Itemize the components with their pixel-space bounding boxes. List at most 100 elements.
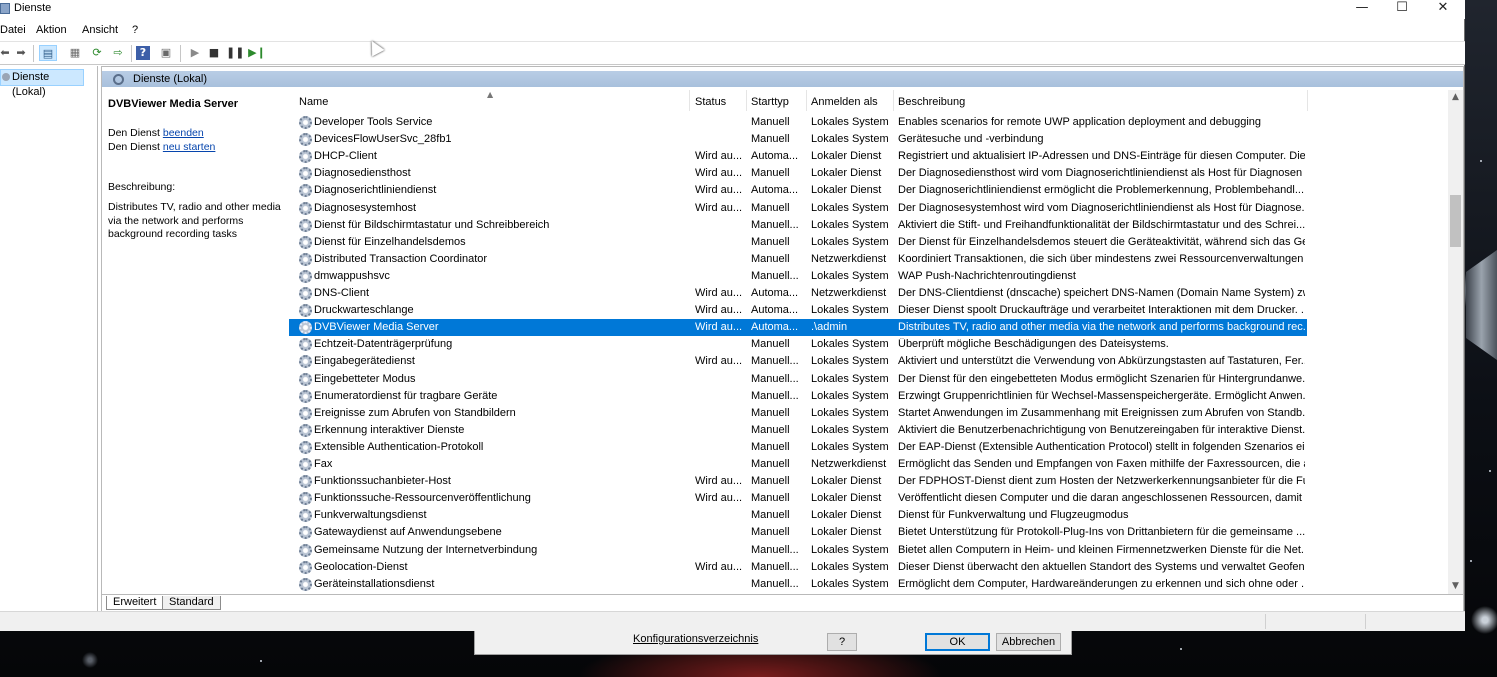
help-button[interactable]: ? [827,633,857,651]
table-row[interactable]: Funktionssuchanbieter-Host Wird au... Manu… [289,473,1307,490]
restart-service-link[interactable]: neu starten [163,141,216,153]
gear-icon [299,269,312,283]
table-row[interactable]: Dienst für Einzelhandelsdemos Manuell Loka… [289,234,1307,251]
table-row[interactable]: Dienst für Bildschirmtastatur und Schrei… [289,217,1307,234]
table-row[interactable]: Druckwarteschlange Wird au... Automa... Lok… [289,302,1307,319]
table-row[interactable]: Distributed Transaction Coordinator Manue… [289,251,1307,268]
show-hide-panel-icon[interactable]: ▣ [157,45,175,61]
scrollbar-thumb[interactable] [1450,195,1461,247]
table-row[interactable]: DNS-Client Wird au... Automa... Netzwerkdie… [289,285,1307,302]
service-starttype-cell: Manuell [751,458,790,470]
stop-service-icon[interactable]: ■ [205,45,223,61]
scroll-down-icon[interactable]: ▼ [1448,579,1463,594]
table-row[interactable]: Ereignisse zum Abrufen von Standbildern M… [289,405,1307,422]
service-starttype-cell: Manuell... [751,560,799,573]
service-starttype-cell: Manuell [751,423,790,436]
service-starttype-cell: Automa... [751,184,799,197]
column-header-starttype[interactable]: Starttyp [751,96,789,108]
cancel-button[interactable]: Abbrechen [996,633,1061,651]
column-header-status[interactable]: Status [695,96,726,108]
column-divider[interactable] [1307,90,1308,111]
tab-standard[interactable]: Standard [162,596,221,610]
menu-datei[interactable]: Datei [0,24,26,36]
tab-erweitert[interactable]: Erweitert [106,596,164,610]
service-status-cell: Wird au... [695,201,743,214]
table-row[interactable]: Echtzeit-Datenträgerprüfung Manuell Lokale… [289,336,1307,353]
tree-item-services-local[interactable]: Dienste (Lokal) [0,69,84,98]
service-name-cell: Funktionssuche-Ressourcenveröffentlichun… [314,492,531,505]
maximize-button[interactable]: ☐ [1380,0,1424,18]
gear-icon [299,509,312,523]
help-book-icon[interactable]: ? [136,46,150,60]
service-name-cell: Extensible Authentication-Protokoll [314,440,484,453]
service-description-cell: Registriert und aktualisiert IP-Adressen… [898,150,1305,163]
ok-button[interactable]: OK [925,633,990,651]
sort-ascending-icon: ▲ [487,90,494,99]
table-row[interactable]: Geräteinstallationsdienst Manuell... Lokal… [289,576,1307,593]
description-label: Beschreibung: [108,181,176,193]
table-row[interactable]: dmwappushsvc Manuell... Lokales System WAP … [289,268,1307,285]
table-row[interactable]: Funkverwaltungsdienst Manuell Lokaler Dien… [289,507,1307,524]
service-name-cell: Eingabegerätedienst [314,355,415,368]
restart-service-icon[interactable]: ▶❙ [248,45,266,61]
table-row[interactable]: Diagnoserichtliniendienst Wird au... Autom… [289,182,1307,199]
column-header-logon[interactable]: Anmelden als [811,96,878,108]
column-header-description[interactable]: Beschreibung [898,96,965,108]
table-row[interactable]: Gemeinsame Nutzung der Internetverbindun… [289,542,1307,559]
service-starttype-cell: Manuell... [751,389,799,402]
table-row[interactable]: Developer Tools Service Manuell Lokales Sy… [289,114,1307,131]
table-row[interactable]: Fax Manuell Netzwerkdienst Ermöglicht das S… [289,456,1307,473]
gear-icon [299,355,312,369]
title-bar[interactable]: Dienste — ☐ ✕ [0,0,1465,19]
stop-service-link[interactable]: beenden [163,127,204,139]
column-divider[interactable] [806,90,807,111]
pause-service-icon[interactable]: ❚❚ [226,45,244,61]
restart-service-line: Den Dienst neu starten [108,141,215,153]
menu-ansicht[interactable]: Ansicht [82,24,118,36]
status-divider [1265,614,1266,629]
table-row[interactable]: Erkennung interaktiver Dienste Manuell Lok… [289,422,1307,439]
service-name-cell: DVBViewer Media Server [314,321,439,334]
table-row[interactable]: Enumeratordienst für tragbare Geräte Manu… [289,388,1307,405]
table-row[interactable]: Extensible Authentication-Protokoll Manue… [289,439,1307,456]
scroll-up-icon[interactable]: ▲ [1448,90,1463,105]
properties-list-icon[interactable]: ▦ [66,45,84,61]
service-logon-cell: Lokales System [811,543,889,556]
service-name-cell: dmwappushsvc [314,269,390,282]
service-description-cell: Der Diagnosediensthost wird vom Diagnose… [898,167,1305,180]
table-row[interactable]: Geolocation-Dienst Wird au... Manuell... Lo… [289,559,1307,576]
table-row[interactable]: Eingebetteter Modus Manuell... Lokales Sys… [289,371,1307,388]
table-row[interactable]: Gatewaydienst auf Anwendungsebene Manuell… [289,524,1307,541]
service-description-cell: Koordiniert Transaktionen, die sich über… [898,252,1305,265]
vertical-scrollbar[interactable]: ▲ ▼ [1448,90,1463,594]
forward-arrow-icon[interactable]: ➡ [12,45,30,61]
column-divider[interactable] [893,90,894,111]
start-service-icon[interactable]: ▶ [186,45,204,61]
gear-icon [299,150,312,164]
service-logon-cell: Lokales System [811,116,889,128]
gear-icon [299,184,312,198]
gear-icon [299,287,312,300]
minimize-button[interactable]: — [1340,0,1384,18]
table-row[interactable]: DVBViewer Media Server Wird au... Automa..… [289,319,1307,337]
table-row[interactable]: Funktionssuche-Ressourcenveröffentlichun… [289,490,1307,507]
column-divider[interactable] [689,90,690,111]
refresh-icon[interactable]: ⟳ [88,45,106,61]
menu-aktion[interactable]: Aktion [36,24,67,36]
export-list-icon[interactable]: ⇨ [109,45,127,61]
column-divider[interactable] [746,90,747,111]
column-header-name[interactable]: Name [299,96,328,108]
service-logon-cell: Netzwerkdienst [811,287,887,299]
table-row[interactable]: DHCP-Client Wird au... Automa... Lokaler Di… [289,148,1307,165]
table-row[interactable]: Diagnosediensthost Wird au... Manuell Lokal… [289,165,1307,182]
service-status-cell: Wird au... [695,184,743,197]
table-row[interactable]: Eingabegerätedienst Wird au... Manuell... L… [289,353,1307,370]
background-dialog: Konfigurationsverzeichnis ? OK Abbrechen [474,631,1072,655]
table-row[interactable]: Diagnosesystemhost Wird au... Manuell Lokal… [289,200,1307,217]
table-row[interactable]: DevicesFlowUserSvc_28fb1 Manuell Lokales S… [289,131,1307,148]
close-button[interactable]: ✕ [1421,0,1465,18]
config-directory-link[interactable]: Konfigurationsverzeichnis [633,633,758,645]
console-tree-icon[interactable]: ▤ [39,45,57,61]
menu-help[interactable]: ? [132,24,138,36]
gear-icon [299,440,312,454]
